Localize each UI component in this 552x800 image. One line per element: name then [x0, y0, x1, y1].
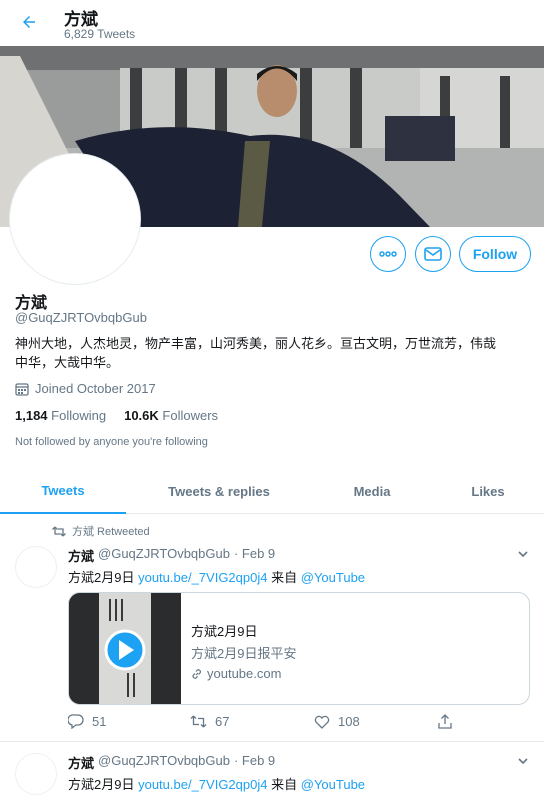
tweet-mention[interactable]: @YouTube	[301, 570, 365, 585]
link-card[interactable]: 方斌2月9日 方斌2月9日报平安 youtube.com	[68, 592, 530, 705]
tweet-header: 方斌 @GuqZJRTOvbqbGub · Feb 9	[68, 546, 276, 564]
follow-stats: 1,184 Following 10.6K Followers	[15, 408, 218, 423]
header-tweet-count: 6,829 Tweets	[64, 27, 136, 41]
bio-line-1: 神州大地，人杰地灵，物产丰富，山河秀美，丽人花乡。亘古文明，万世流芳，伟哉	[15, 336, 497, 351]
tweet-text: 方斌2月9日 youtu.be/_7VIG2qp0j4 来自 @YouTube	[68, 570, 366, 585]
joined-text: Joined October 2017	[35, 381, 156, 396]
retweet-button[interactable]: 67	[190, 714, 229, 729]
top-header: 方斌 6,829 Tweets	[0, 0, 552, 46]
card-title: 方斌2月9日	[191, 624, 258, 639]
profile-avatar[interactable]	[10, 154, 140, 284]
joined-date: Joined October 2017	[15, 381, 156, 396]
profile-bio: 神州大地，人杰地灵，物产丰富，山河秀美，丽人花乡。亘古文明，万世流芳，伟哉 中华…	[15, 334, 530, 372]
more-icon	[379, 251, 397, 257]
tweet-link[interactable]: youtu.be/_7VIG2qp0j4	[138, 777, 267, 792]
message-icon	[424, 247, 442, 261]
tweet-avatar[interactable]	[15, 546, 57, 588]
chevron-down-icon[interactable]	[516, 754, 530, 768]
following-link[interactable]: 1,184 Following	[15, 408, 106, 423]
share-button[interactable]	[438, 714, 452, 729]
tweet-link[interactable]: youtu.be/_7VIG2qp0j4	[138, 570, 267, 585]
reply-button[interactable]: 51	[68, 714, 106, 729]
tab-likes[interactable]: Likes	[432, 468, 544, 514]
like-button[interactable]: 108	[314, 714, 360, 729]
tab-tweets-replies[interactable]: Tweets & replies	[126, 468, 312, 514]
retweet-icon	[190, 715, 207, 728]
tweet-text: 方斌2月9日 youtu.be/_7VIG2qp0j4 来自 @YouTube	[68, 777, 366, 792]
calendar-icon	[15, 382, 29, 396]
heart-icon	[314, 715, 330, 729]
link-icon	[192, 668, 201, 679]
tab-tweets[interactable]: Tweets	[0, 468, 126, 514]
more-options-button[interactable]	[370, 236, 406, 272]
follow-button[interactable]: Follow	[459, 236, 531, 272]
retweet-icon	[52, 526, 66, 536]
back-arrow-icon	[23, 16, 35, 28]
followers-link[interactable]: 10.6K Followers	[124, 408, 218, 423]
not-followed-note: Not followed by anyone you're following	[15, 436, 208, 448]
card-url: youtube.com	[191, 666, 296, 681]
card-description: 方斌2月9日报平安	[191, 646, 297, 661]
tab-media[interactable]: Media	[312, 468, 432, 514]
video-thumbnail[interactable]	[69, 593, 181, 704]
bio-line-2: 中华，大哉中华。	[15, 355, 120, 370]
card-body: 方斌2月9日 方斌2月9日报平安 youtube.com	[191, 621, 296, 681]
profile-handle: @GuqZJRTOvbqbGub	[15, 310, 147, 325]
back-button[interactable]	[14, 7, 44, 37]
tweet-avatar[interactable]	[15, 753, 57, 795]
tweet-header: 方斌 @GuqZJRTOvbqbGub · Feb 9	[68, 753, 276, 771]
tweet-mention[interactable]: @YouTube	[301, 777, 365, 792]
tweet-actions: 51 67 108	[68, 714, 468, 734]
chevron-down-icon[interactable]	[516, 547, 530, 561]
message-button[interactable]	[415, 236, 451, 272]
share-icon	[438, 714, 452, 729]
reply-icon	[68, 714, 84, 729]
retweet-indicator: 方斌 Retweeted	[52, 523, 150, 539]
profile-tabs: Tweets Tweets & replies Media Likes	[0, 468, 544, 514]
